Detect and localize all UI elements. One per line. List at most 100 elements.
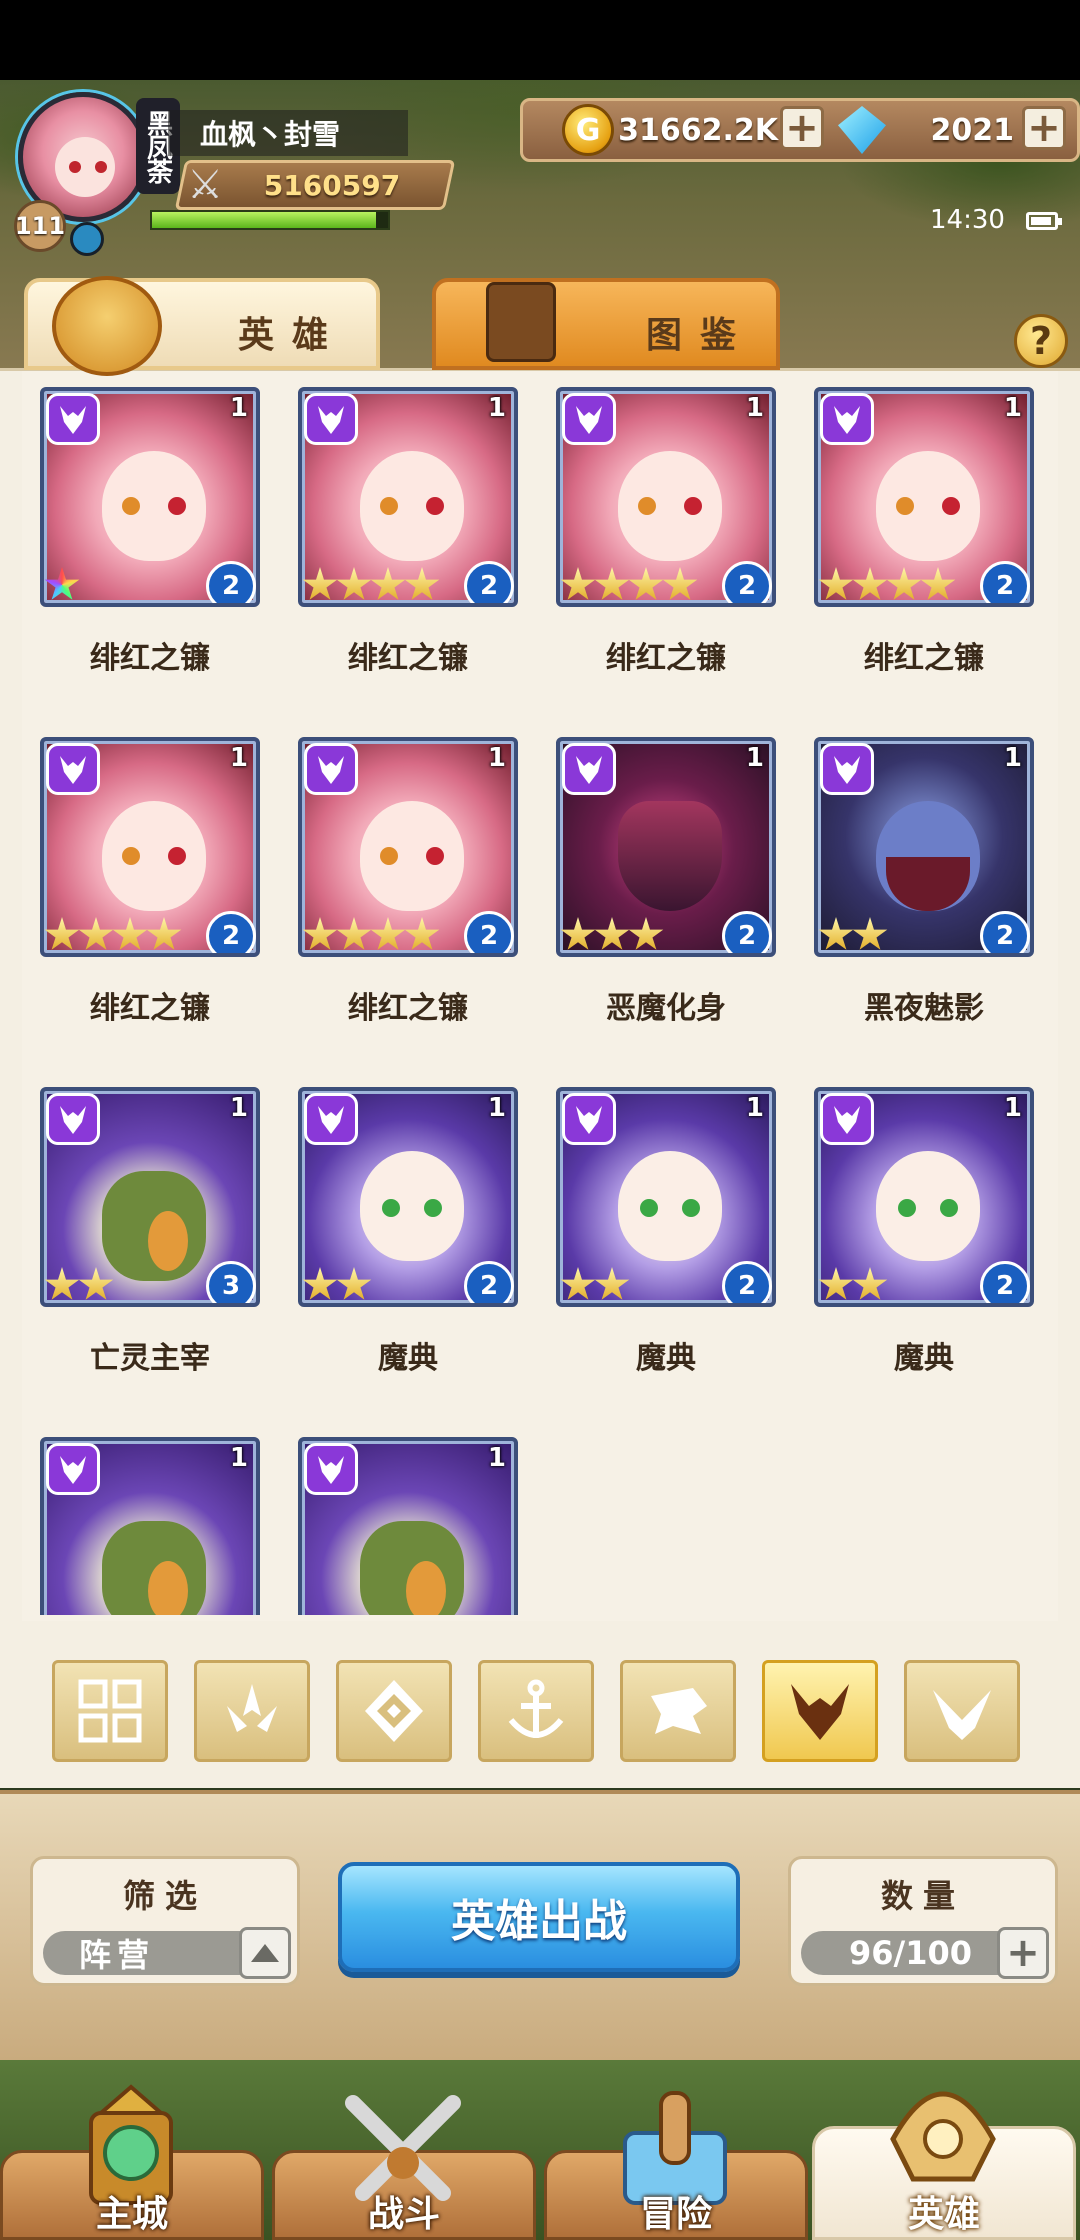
star-icon (112, 917, 148, 950)
hero-rank-badge: 3 (206, 1261, 256, 1303)
hero-level: 1 (1003, 1093, 1022, 1123)
tab-codex[interactable]: 图鉴 (432, 278, 780, 370)
hero-name: 亡灵主宰 (90, 1341, 210, 1376)
filter-box: 筛选 阵营 (30, 1856, 300, 1986)
faction-filter-all-grid[interactable] (52, 1660, 168, 1762)
tab-heroes[interactable]: 英雄 (24, 276, 380, 376)
hero-face (876, 1151, 980, 1261)
faction-filter-light-faction[interactable] (904, 1660, 1020, 1762)
hero-card[interactable]: 1 2 绯红之镰 (40, 737, 260, 1026)
hero-card[interactable]: 1 2 魔典 (814, 1087, 1034, 1376)
hero-card[interactable]: 1 (40, 1437, 260, 1615)
demon-faction-icon (304, 743, 358, 795)
beast-faction-icon (651, 1688, 707, 1734)
hero-card[interactable]: 1 2 魔典 (556, 1087, 776, 1376)
hero-rank-badge: 2 (980, 561, 1030, 603)
hero-stars (302, 909, 440, 953)
hero-name: 绯红之镰 (606, 641, 726, 676)
combat-power: 5160597 (263, 168, 401, 202)
add-gold-button[interactable]: + (780, 106, 824, 150)
hero-face (618, 1151, 722, 1261)
demon-faction-icon (562, 743, 616, 795)
rainbow-star-icon (44, 567, 80, 600)
demon-faction-icon (562, 1093, 616, 1145)
hero-stars (302, 1259, 372, 1303)
expand-slots-button[interactable]: + (997, 1927, 1049, 1979)
help-button[interactable]: ? (1014, 314, 1068, 368)
hero-level: 1 (487, 393, 506, 423)
filter-toggle-button[interactable] (239, 1927, 291, 1979)
hero-card[interactable]: 1 2 绯红之镰 (556, 387, 776, 676)
hero-rank-badge: 2 (722, 1261, 772, 1303)
shield-icon (70, 222, 104, 256)
battery-icon (1026, 212, 1062, 230)
nav-heroes[interactable]: 英雄 (812, 2091, 1076, 2240)
nav-battle[interactable]: 战斗 (272, 2095, 536, 2240)
hero-face (360, 1521, 464, 1615)
demon-faction-icon (820, 743, 874, 795)
star-icon (594, 567, 630, 600)
tab-heroes-label: 英雄 (238, 315, 347, 356)
hero-portrait: 12 (556, 387, 776, 607)
star-icon (336, 567, 372, 600)
hero-card[interactable]: 1 2 魔典 (298, 1087, 518, 1376)
hero-name: 绯红之镰 (348, 641, 468, 676)
hero-grid[interactable]: 1 2 绯红之镰 1 2 绯红之镰 1 2 绯红之镰 1 2 绯红之镰 1 2 绯红之镰 1 2 绯红之镰 1 2 恶魔… (0, 371, 1080, 1615)
hero-card[interactable]: 1 2 绯红之镰 (298, 737, 518, 1026)
nav-adventure[interactable]: 冒险 (544, 2091, 808, 2240)
demon-faction-icon (820, 393, 874, 445)
hero-card[interactable]: 1 2 绯红之镰 (40, 387, 260, 676)
hero-level: 1 (229, 1093, 248, 1123)
nature-faction-icon (227, 1684, 277, 1732)
faction-filter-order-faction[interactable] (336, 1660, 452, 1762)
hero-name: 黑夜魅影 (864, 991, 984, 1026)
hero-card[interactable]: 1 2 黑夜魅影 (814, 737, 1034, 1026)
hero-face (102, 1521, 206, 1615)
bottom-nav: 主城 战斗 冒险 英雄 (0, 2060, 1080, 2240)
hero-face (102, 1171, 206, 1281)
faction-filter-beast-faction[interactable] (620, 1660, 736, 1762)
hero-portrait: 1 (298, 1437, 518, 1615)
count-box: 数量 96/100 + (788, 1856, 1058, 1986)
demon-faction-icon (562, 393, 616, 445)
add-gems-button[interactable]: + (1022, 106, 1066, 150)
nav-main-city-label: 主城 (95, 2194, 168, 2235)
hero-card[interactable]: 1 2 绯红之镰 (814, 387, 1034, 676)
hero-rank-badge: 2 (722, 911, 772, 953)
hero-face (360, 1151, 464, 1261)
star-icon (852, 1267, 888, 1300)
star-icon (560, 917, 596, 950)
demon-faction-icon (46, 393, 100, 445)
hero-card[interactable]: 1 (298, 1437, 518, 1615)
faction-filter-demon-faction[interactable] (762, 1660, 878, 1762)
exp-bar-fill (152, 212, 377, 228)
crossed-swords-icon: ⚔ (187, 162, 223, 208)
hero-level: 1 (745, 1093, 764, 1123)
deploy-heroes-button[interactable]: 英雄出战 (338, 1862, 740, 1972)
hero-card[interactable]: 1 3 亡灵主宰 (40, 1087, 260, 1376)
hero-level: 1 (229, 743, 248, 773)
hero-level: 1 (229, 1443, 248, 1473)
star-icon (818, 1267, 854, 1300)
hero-card[interactable]: 1 2 绯红之镰 (298, 387, 518, 676)
faction-filter-nature-faction[interactable] (194, 1660, 310, 1762)
hero-card[interactable]: 1 2 恶魔化身 (556, 737, 776, 1026)
hero-stars (560, 909, 664, 953)
all-grid-icon (78, 1679, 142, 1743)
gold-coin-icon: G (562, 104, 614, 156)
clock: 14:30 (930, 205, 1005, 235)
nav-main-city[interactable]: 主城 (0, 2084, 264, 2240)
nav-adventure-label: 冒险 (639, 2194, 712, 2235)
gold-amount: 31662.2K (618, 112, 778, 148)
star-icon (78, 917, 114, 950)
star-icon (818, 567, 854, 600)
demon-faction-icon (820, 1093, 874, 1145)
hero-stars (44, 559, 80, 603)
hero-face (876, 801, 980, 911)
star-icon (370, 567, 406, 600)
tab-codex-label: 图鉴 (646, 315, 755, 356)
faction-filter-anchor-faction[interactable] (478, 1660, 594, 1762)
hero-rank-badge: 2 (980, 1261, 1030, 1303)
hero-level: 1 (745, 743, 764, 773)
hero-level: 1 (487, 1093, 506, 1123)
